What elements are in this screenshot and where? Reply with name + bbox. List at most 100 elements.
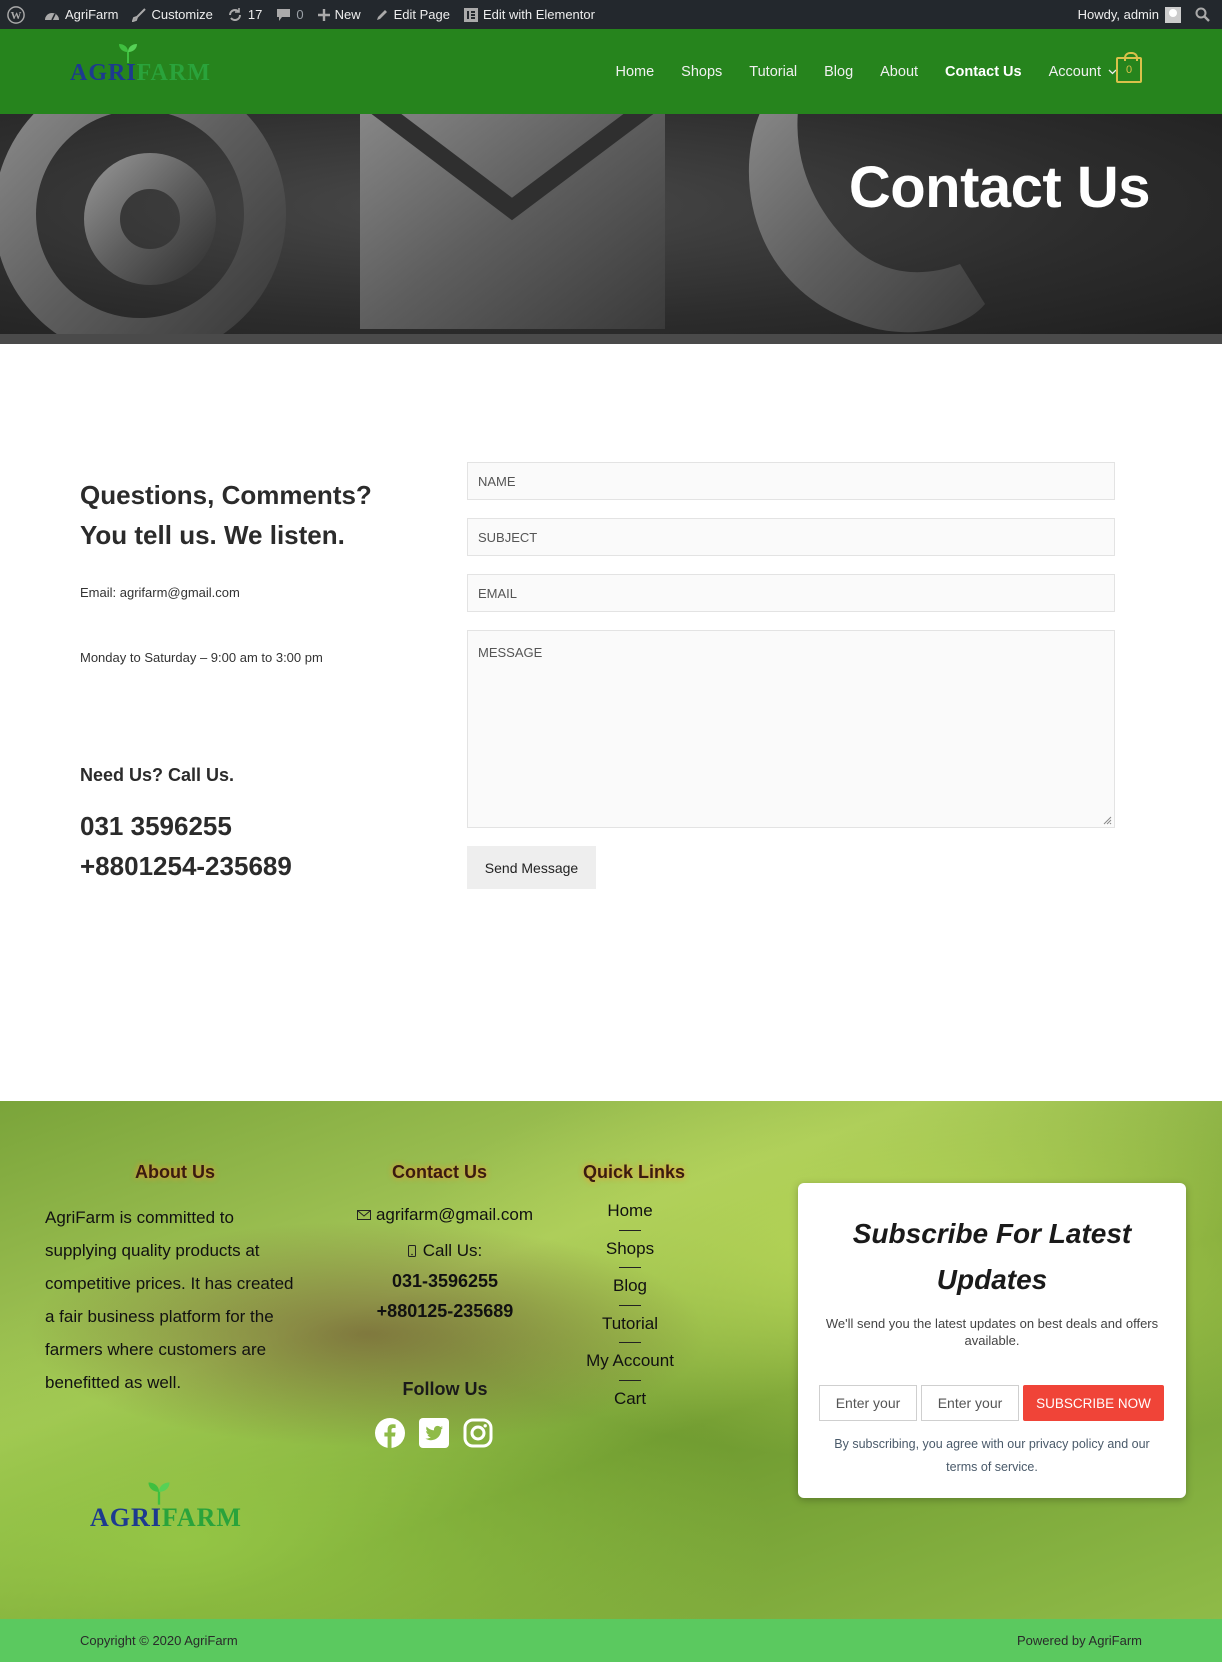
nav-about[interactable]: About xyxy=(880,64,918,80)
avatar xyxy=(1165,6,1181,23)
logo-wordmark: AGRIFARM xyxy=(70,60,211,86)
admin-updates-link[interactable]: 17 xyxy=(220,0,269,29)
business-hours: Monday to Saturday – 9:00 am to 3:00 pm xyxy=(80,650,323,665)
svg-text:W: W xyxy=(11,10,22,22)
search-icon xyxy=(1195,7,1210,22)
contact-email: Email: agrifarm@gmail.com xyxy=(80,585,240,600)
admin-comments-link[interactable]: 0 xyxy=(269,0,310,29)
call-us-heading: Need Us? Call Us. xyxy=(80,765,235,785)
footer-email-line[interactable]: agrifarm@gmail.com xyxy=(345,1205,545,1225)
nav-account-label: Account xyxy=(1048,63,1101,80)
mobile-phone-icon xyxy=(407,1245,416,1257)
subject-placeholder: SUBJECT xyxy=(478,529,538,545)
quick-link-tutorial[interactable]: Tutorial xyxy=(570,1314,690,1352)
twitter-icon[interactable] xyxy=(417,1416,451,1450)
site-header: AGRIFARM Home Shops Tutorial Blog About … xyxy=(0,29,1222,114)
footer-phone-1: 031-3596255 xyxy=(391,1271,499,1291)
nav-shops[interactable]: Shops xyxy=(681,64,722,80)
contact-symbols-image xyxy=(0,114,985,344)
footer-contact-heading: Contact Us xyxy=(392,1162,488,1182)
quick-link-blog[interactable]: Blog xyxy=(570,1276,690,1314)
instagram-icon[interactable] xyxy=(461,1416,495,1450)
resize-handle-icon[interactable] xyxy=(1103,816,1112,825)
admin-comments-count: 0 xyxy=(296,7,304,22)
wordpress-logo-icon[interactable]: W xyxy=(0,0,37,29)
name-input[interactable]: NAME xyxy=(467,462,1115,500)
cart-count: 0 xyxy=(1125,64,1133,76)
admin-site-label: AgriFarm xyxy=(65,7,119,22)
admin-new-label: New xyxy=(334,7,361,22)
name-placeholder: NAME xyxy=(478,473,516,489)
updates-icon xyxy=(228,7,241,21)
footer-about-heading: About Us xyxy=(135,1162,215,1182)
nav-blog[interactable]: Blog xyxy=(824,64,853,80)
contact-heading: Questions, Comments? You tell us. We lis… xyxy=(80,480,372,550)
wp-admin-bar: W AgriFarm Customize 17 0 New Edit Page … xyxy=(0,0,1222,29)
footer-about-text: AgriFarm is committed to supplying quali… xyxy=(45,1208,294,1392)
admin-search-button[interactable] xyxy=(1188,0,1222,29)
envelope-icon xyxy=(356,1210,371,1220)
nav-tutorial[interactable]: Tutorial xyxy=(749,64,797,80)
footer-logo-wordmark: AGRIFARM xyxy=(90,1503,242,1532)
hero-banner: Contact Us xyxy=(0,114,1222,344)
nav-home[interactable]: Home xyxy=(615,64,654,80)
phone-number-1: 031 3596255 xyxy=(80,811,232,841)
quick-link-cart[interactable]: Cart xyxy=(570,1389,690,1427)
admin-account-link[interactable]: Howdy, admin xyxy=(1071,0,1188,29)
email-placeholder: EMAIL xyxy=(478,585,518,601)
quick-links: Home Shops Blog Tutorial My Account Cart xyxy=(570,1201,690,1426)
subscribe-form: Enter your Enter your SUBSCRIBE NOW xyxy=(819,1385,1164,1421)
email-input[interactable]: EMAIL xyxy=(467,574,1115,612)
elementor-icon xyxy=(463,7,478,22)
footer-phone-2: +880125-235689 xyxy=(376,1301,514,1321)
contact-info: Questions, Comments? You tell us. We lis… xyxy=(80,475,420,881)
powered-by-text: Powered by AgriFarm xyxy=(1017,1633,1142,1648)
page-title: Contact Us xyxy=(848,155,1151,220)
quick-link-shops[interactable]: Shops xyxy=(570,1239,690,1277)
send-message-button[interactable]: Send Message xyxy=(467,846,596,889)
admin-updates-count: 17 xyxy=(247,7,263,22)
footer-call-line: Call Us: xyxy=(345,1241,545,1261)
dashboard-icon xyxy=(45,12,59,20)
admin-new-link[interactable]: New xyxy=(311,0,368,29)
subscribe-card: Subscribe For Latest Updates We'll send … xyxy=(798,1183,1186,1498)
admin-customize-link[interactable]: Customize xyxy=(125,0,219,29)
facebook-icon[interactable] xyxy=(373,1416,407,1450)
pencil-icon xyxy=(376,9,387,20)
quick-link-home[interactable]: Home xyxy=(570,1201,690,1239)
site-footer: About Us AgriFarm is committed to supply… xyxy=(0,1101,1222,1619)
plus-icon xyxy=(317,8,330,21)
hero-divider xyxy=(0,334,1222,344)
footer-quick-links-heading: Quick Links xyxy=(583,1162,686,1182)
copyright-text: Copyright © 2020 AgriFarm xyxy=(80,1633,238,1648)
subscribe-email-input[interactable]: Enter your xyxy=(921,1385,1019,1421)
subscribe-terms-note: By subscribing, you agree with our priva… xyxy=(834,1437,1150,1474)
social-links xyxy=(373,1416,505,1450)
footer-email: agrifarm@gmail.com xyxy=(375,1205,534,1224)
sprout-icon xyxy=(148,1482,170,1505)
quick-link-my-account[interactable]: My Account xyxy=(570,1351,690,1389)
cart-icon[interactable]: 0 xyxy=(1116,52,1142,83)
nav-contact-us[interactable]: Contact Us xyxy=(945,64,1022,80)
site-logo[interactable]: AGRIFARM xyxy=(70,43,210,99)
subscribe-description: We'll send you the latest updates on bes… xyxy=(825,1316,1159,1348)
message-placeholder: MESSAGE xyxy=(478,645,543,660)
nav-account[interactable]: Account xyxy=(1049,64,1117,80)
admin-edit-page-label: Edit Page xyxy=(393,7,450,22)
footer-contact: agrifarm@gmail.com Call Us: 031-3596255 … xyxy=(345,1201,545,1322)
subject-input[interactable]: SUBJECT xyxy=(467,518,1115,556)
contact-form: NAME SUBJECT EMAIL MESSAGE Send Message xyxy=(467,462,1115,889)
admin-howdy-label: Howdy, admin xyxy=(1077,7,1159,22)
footer-call-label: Call Us: xyxy=(422,1241,483,1260)
message-textarea[interactable]: MESSAGE xyxy=(467,630,1115,828)
admin-edit-page-link[interactable]: Edit Page xyxy=(368,0,457,29)
comment-icon xyxy=(277,8,291,21)
subscribe-name-input[interactable]: Enter your xyxy=(819,1385,917,1421)
subscribe-title: Subscribe For Latest Updates xyxy=(852,1218,1132,1295)
footer-logo[interactable]: AGRIFARM xyxy=(90,1481,260,1541)
admin-elementor-link[interactable]: Edit with Elementor xyxy=(457,0,602,29)
subscribe-now-button[interactable]: SUBSCRIBE NOW xyxy=(1023,1385,1164,1421)
follow-us-heading: Follow Us xyxy=(402,1379,488,1399)
admin-elementor-label: Edit with Elementor xyxy=(482,7,595,22)
admin-site-link[interactable]: AgriFarm xyxy=(37,0,125,29)
